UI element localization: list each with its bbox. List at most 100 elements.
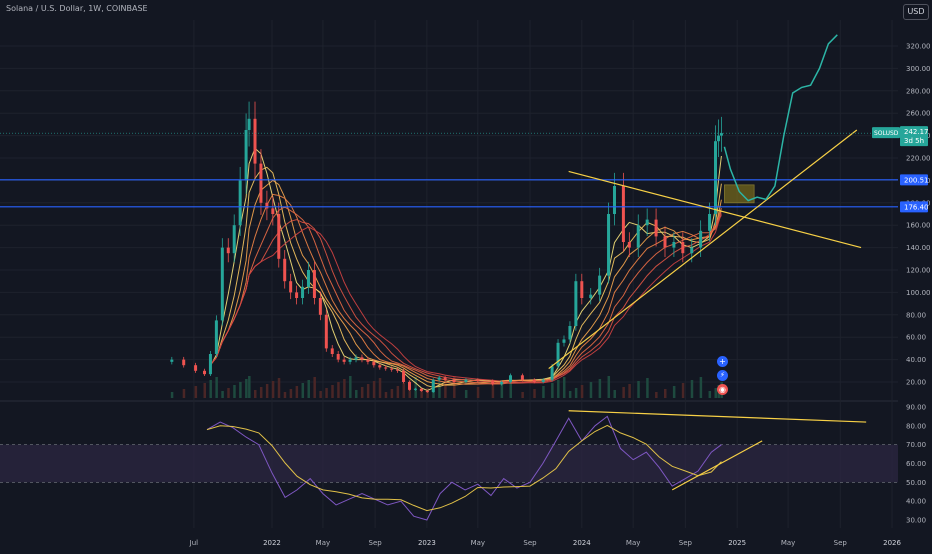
candle	[708, 214, 712, 231]
y-tick-label: 60.00	[906, 334, 926, 342]
volume-bar	[681, 383, 685, 398]
volume-bar	[542, 386, 545, 398]
candle	[366, 359, 370, 362]
y-tick-label: 300.00	[906, 65, 931, 73]
x-tick-label: 2023	[418, 539, 436, 547]
candle	[372, 361, 376, 366]
currency-button[interactable]: USD	[903, 4, 929, 20]
rsi-tick-label: 60.00	[906, 460, 926, 468]
candle	[170, 359, 174, 362]
candle	[443, 377, 447, 380]
x-tick-label: 2024	[573, 539, 591, 547]
volume-bar	[295, 386, 299, 398]
volume-bar	[708, 391, 712, 398]
volume-bar	[464, 390, 468, 398]
volume-bar	[337, 382, 340, 398]
y-tick-label: 280.00	[906, 87, 931, 95]
chart-svg: Jul 2022 May Sep 2023 May Sep 2024 May Sep 2025 May…	[0, 0, 932, 550]
candle	[348, 359, 352, 362]
volume-bar	[313, 377, 316, 398]
candle	[476, 379, 480, 381]
candle	[259, 163, 263, 203]
volume-bar	[672, 386, 676, 398]
candle	[295, 292, 299, 298]
candle	[452, 379, 456, 382]
volume-bar	[646, 378, 649, 398]
y-tick-label: 40.00	[906, 356, 926, 364]
volume-bar	[699, 377, 703, 398]
candle	[672, 242, 676, 248]
candle	[719, 133, 723, 136]
candle	[265, 202, 269, 209]
volume-bar	[265, 384, 269, 398]
volume-bar	[390, 389, 394, 398]
candle	[378, 365, 382, 368]
volume-bar	[533, 389, 536, 398]
volume-bar	[289, 389, 293, 398]
rsi-tick-label: 80.00	[906, 422, 926, 430]
y-tick-label: 140.00	[906, 244, 931, 252]
x-tick-label: Sep	[834, 539, 848, 547]
x-tick-label: 2022	[263, 539, 281, 547]
candle	[627, 242, 631, 248]
rsi-band	[0, 444, 898, 483]
candle	[520, 375, 524, 380]
volume-bar	[476, 387, 480, 398]
volume-bar	[355, 390, 358, 398]
candle	[396, 369, 400, 371]
volume-bar	[277, 378, 281, 398]
y-tick-label: 80.00	[906, 311, 926, 319]
candle	[714, 141, 717, 214]
volume-bar	[366, 384, 370, 398]
candle	[562, 339, 566, 343]
volume-bar	[414, 377, 417, 398]
candle	[464, 379, 468, 382]
candle	[232, 225, 236, 254]
candle	[354, 357, 358, 360]
candle	[208, 354, 212, 375]
last-price-tag: 3d 5h	[904, 137, 924, 145]
candle	[277, 214, 281, 259]
volume-bar	[589, 382, 593, 398]
candle	[589, 294, 593, 298]
candle	[220, 247, 224, 321]
candle	[550, 366, 554, 380]
candle	[402, 370, 406, 382]
volume-bar	[307, 380, 310, 398]
candle	[244, 130, 248, 181]
chart-area[interactable]: Jul 2022 May Sep 2023 May Sep 2024 May Sep 2025 May…	[0, 0, 932, 550]
y-tick-label: 160.00	[906, 222, 931, 230]
add-plus-icon[interactable]: +	[717, 356, 728, 367]
candle	[330, 348, 334, 354]
rsi-tick-label: 30.00	[906, 517, 926, 525]
volume-bar	[259, 387, 263, 398]
candle	[663, 236, 667, 248]
volume-bar	[319, 391, 322, 398]
volume-bar	[690, 380, 694, 398]
y-tick-label: 260.00	[906, 110, 931, 118]
volume-bar	[613, 390, 616, 398]
candle	[612, 186, 616, 214]
alert-icon[interactable]: ◉	[717, 384, 728, 395]
volume-bar	[420, 391, 423, 398]
candle	[226, 247, 230, 254]
volume-bar	[402, 383, 406, 398]
volume-bar	[283, 392, 287, 398]
volume-bar	[551, 383, 554, 398]
candle	[636, 225, 640, 248]
level-upper-tag: 200.51	[904, 176, 929, 184]
volume-bar	[331, 385, 334, 398]
rsi-tick-label: 90.00	[906, 404, 926, 412]
volume-bar	[360, 387, 364, 398]
volume-bar	[372, 381, 376, 398]
y-tick-label: 320.00	[906, 43, 931, 51]
candle	[342, 359, 346, 362]
flash-icon[interactable]: ⚡	[717, 370, 728, 381]
volume-bar	[245, 379, 248, 398]
volume-bar	[655, 392, 658, 398]
x-tick-label: 2025	[728, 539, 746, 547]
level-lower-tag: 176.40	[904, 203, 929, 211]
y-tick-label: 220.00	[906, 155, 931, 163]
candle	[336, 354, 340, 360]
candle	[413, 388, 417, 390]
